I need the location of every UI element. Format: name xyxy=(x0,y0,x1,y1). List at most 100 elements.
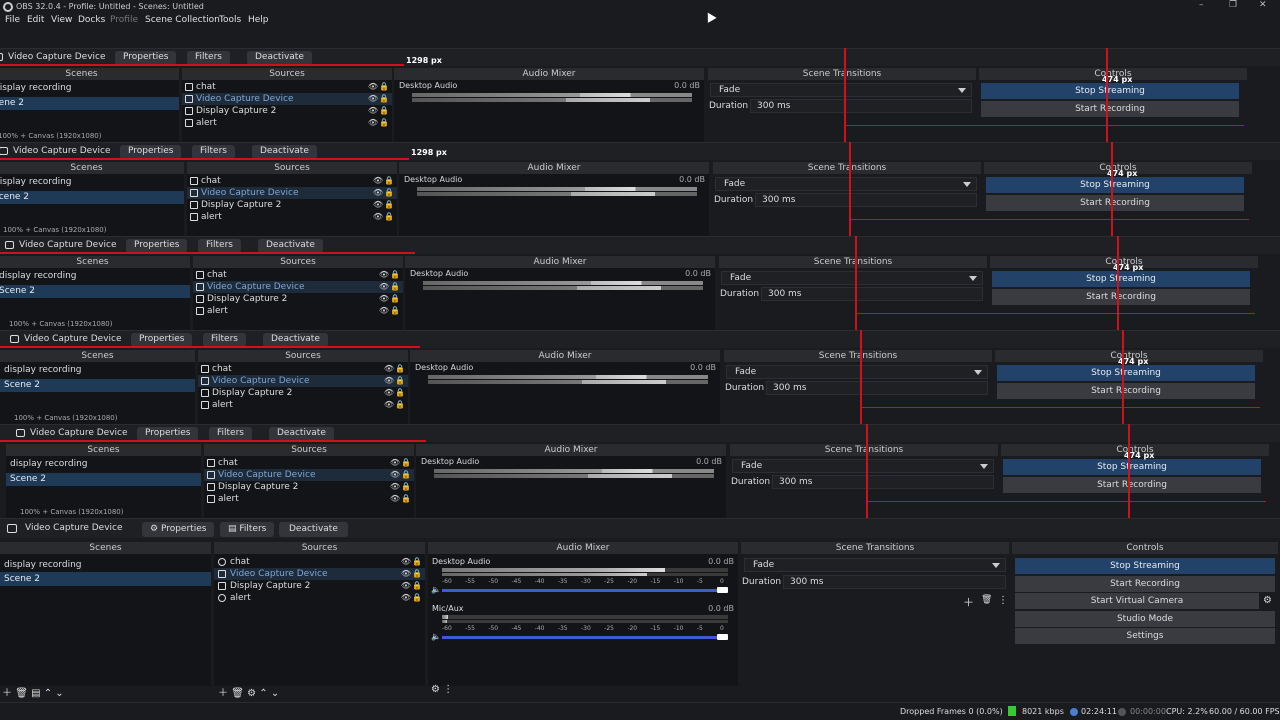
remove-transition-icon[interactable]: 🗑 xyxy=(981,595,992,605)
scene-item-selected[interactable]: Scene 2 xyxy=(6,473,201,486)
source-item[interactable]: chat 👁 🔒 xyxy=(198,363,408,375)
audio-menu-icon[interactable]: ⋮ xyxy=(443,684,453,695)
stop-streaming-button[interactable]: Stop Streaming xyxy=(992,271,1250,287)
menu-profile[interactable]: Profile xyxy=(110,15,138,25)
eye-icon[interactable]: 👁 xyxy=(379,293,389,305)
lock-icon[interactable]: 🔒 xyxy=(401,493,411,505)
eye-icon[interactable]: 👁 xyxy=(384,363,394,375)
volume-fader-handle[interactable] xyxy=(717,587,728,593)
lock-icon[interactable]: 🔒 xyxy=(379,117,389,129)
eye-icon[interactable]: 👁 xyxy=(390,457,400,469)
lock-icon[interactable]: 🔒 xyxy=(412,580,422,592)
menu-file[interactable]: File xyxy=(5,15,20,25)
move-up-icon[interactable]: ⌃ xyxy=(44,688,52,699)
eye-icon[interactable]: 👁 xyxy=(379,269,389,281)
duration-input[interactable]: 300 ms xyxy=(772,475,994,489)
source-item[interactable]: chat 👁 🔒 xyxy=(182,81,392,93)
start-recording-button[interactable]: Start Recording xyxy=(981,101,1239,117)
lock-icon[interactable]: 🔒 xyxy=(395,363,405,375)
add-transition-icon[interactable]: ＋ xyxy=(963,594,974,610)
deactivate-button[interactable]: Deactivate xyxy=(258,239,323,253)
transition-menu-icon[interactable]: ⋮ xyxy=(998,595,1008,606)
eye-icon[interactable]: 👁 xyxy=(384,375,394,387)
properties-button[interactable]: Properties xyxy=(131,333,193,347)
source-item[interactable]: alert 👁 🔒 xyxy=(204,493,414,505)
source-item[interactable]: Display Capture 2 👁 🔒 xyxy=(198,387,408,399)
stop-streaming-button[interactable]: Stop Streaming xyxy=(981,83,1239,99)
transition-select[interactable]: Fade xyxy=(721,271,983,285)
eye-icon[interactable]: 👁 xyxy=(384,399,394,411)
source-item[interactable]: Display Capture 2 👁 🔒 xyxy=(193,293,403,305)
lock-icon[interactable]: 🔒 xyxy=(384,187,394,199)
lock-icon[interactable]: 🔒 xyxy=(384,175,394,187)
properties-button[interactable]: Properties xyxy=(126,239,188,253)
eye-icon[interactable]: 👁 xyxy=(401,568,411,580)
menu-tools[interactable]: Tools xyxy=(219,15,241,25)
eye-icon[interactable]: 👁 xyxy=(401,592,411,604)
stop-streaming-button[interactable]: Stop Streaming xyxy=(997,365,1255,381)
menu-scene-collection[interactable]: Scene Collection xyxy=(145,15,220,25)
settings-button[interactable]: Settings xyxy=(1015,628,1275,644)
deactivate-button[interactable]: Deactivate xyxy=(269,427,334,441)
lock-icon[interactable]: 🔒 xyxy=(395,375,405,387)
source-item[interactable]: Video Capture Device 👁 🔒 xyxy=(193,281,403,293)
source-item[interactable]: Video Capture Device 👁 🔒 xyxy=(198,375,408,387)
transition-select[interactable]: Fade xyxy=(732,459,994,473)
filters-button[interactable]: Filters xyxy=(209,427,252,441)
menu-docks[interactable]: Docks xyxy=(78,15,105,25)
eye-icon[interactable]: 👁 xyxy=(368,93,378,105)
duration-input[interactable]: 300 ms xyxy=(783,575,1006,589)
transition-select[interactable]: Fade xyxy=(715,177,977,191)
lock-icon[interactable]: 🔒 xyxy=(379,105,389,117)
deactivate-button[interactable]: Deactivate xyxy=(247,51,312,65)
properties-button[interactable]: Properties xyxy=(120,145,182,159)
eye-icon[interactable]: 👁 xyxy=(384,387,394,399)
audio-mute-icon[interactable]: 🔈 xyxy=(431,585,441,594)
volume-fader[interactable] xyxy=(442,636,720,639)
filters-button[interactable]: Filters xyxy=(187,51,230,65)
transition-select[interactable]: Fade xyxy=(710,83,972,97)
source-item[interactable]: alert 👁 🔒 xyxy=(193,305,403,317)
source-item[interactable]: chat 👁 🔒 xyxy=(193,269,403,281)
properties-button[interactable]: Properties xyxy=(137,427,199,441)
source-item[interactable]: chat 👁 🔒 xyxy=(187,175,397,187)
lock-icon[interactable]: 🔒 xyxy=(390,269,400,281)
source-item[interactable]: Display Capture 2 👁 🔒 xyxy=(204,481,414,493)
source-item[interactable]: Display Capture 2 👁 🔒 xyxy=(214,580,425,592)
lock-icon[interactable]: 🔒 xyxy=(412,556,422,568)
start-recording-button[interactable]: Start Recording xyxy=(986,195,1244,211)
close-button[interactable]: ✕ xyxy=(1259,0,1267,10)
source-item[interactable]: Video Capture Device 👁 🔒 xyxy=(182,93,392,105)
remove-scene-icon[interactable]: 🗑 xyxy=(15,688,28,699)
lock-icon[interactable]: 🔒 xyxy=(384,199,394,211)
source-item[interactable]: Display Capture 2 👁 🔒 xyxy=(182,105,392,117)
eye-icon[interactable]: 👁 xyxy=(373,211,383,223)
source-properties-icon[interactable]: ⚙ xyxy=(247,688,256,699)
source-item[interactable]: alert 👁 🔒 xyxy=(214,592,425,604)
stop-streaming-button[interactable]: Stop Streaming xyxy=(1003,459,1261,475)
audio-mute-icon[interactable]: 🔈 xyxy=(431,632,441,641)
eye-icon[interactable]: 👁 xyxy=(368,117,378,129)
move-up-icon[interactable]: ⌃ xyxy=(259,688,267,699)
start-recording-button[interactable]: Start Recording xyxy=(997,383,1255,399)
stop-streaming-button[interactable]: Stop Streaming xyxy=(986,177,1244,193)
source-item[interactable]: chat 👁 🔒 xyxy=(214,556,425,568)
lock-icon[interactable]: 🔒 xyxy=(379,93,389,105)
start-recording-button[interactable]: Start Recording xyxy=(1003,477,1261,493)
scene-item-selected[interactable]: Scene 2 xyxy=(0,191,184,204)
menu-help[interactable]: Help xyxy=(248,15,269,25)
properties-button[interactable]: ⚙ Properties xyxy=(142,522,215,537)
volume-fader-handle[interactable] xyxy=(717,634,728,640)
eye-icon[interactable]: 👁 xyxy=(379,305,389,317)
scene-item[interactable]: display recording xyxy=(0,558,211,572)
lock-icon[interactable]: 🔒 xyxy=(390,281,400,293)
source-item[interactable]: alert 👁 🔒 xyxy=(198,399,408,411)
source-item[interactable]: Video Capture Device 👁 🔒 xyxy=(187,187,397,199)
add-scene-icon[interactable]: ＋ xyxy=(2,688,12,699)
transition-select[interactable]: Fade xyxy=(726,365,988,379)
lock-icon[interactable]: 🔒 xyxy=(384,211,394,223)
lock-icon[interactable]: 🔒 xyxy=(401,457,411,469)
scene-item[interactable]: display recording xyxy=(6,458,201,471)
scene-item-selected[interactable]: Scene 2 xyxy=(0,572,211,586)
deactivate-button[interactable]: Deactivate xyxy=(252,145,317,159)
